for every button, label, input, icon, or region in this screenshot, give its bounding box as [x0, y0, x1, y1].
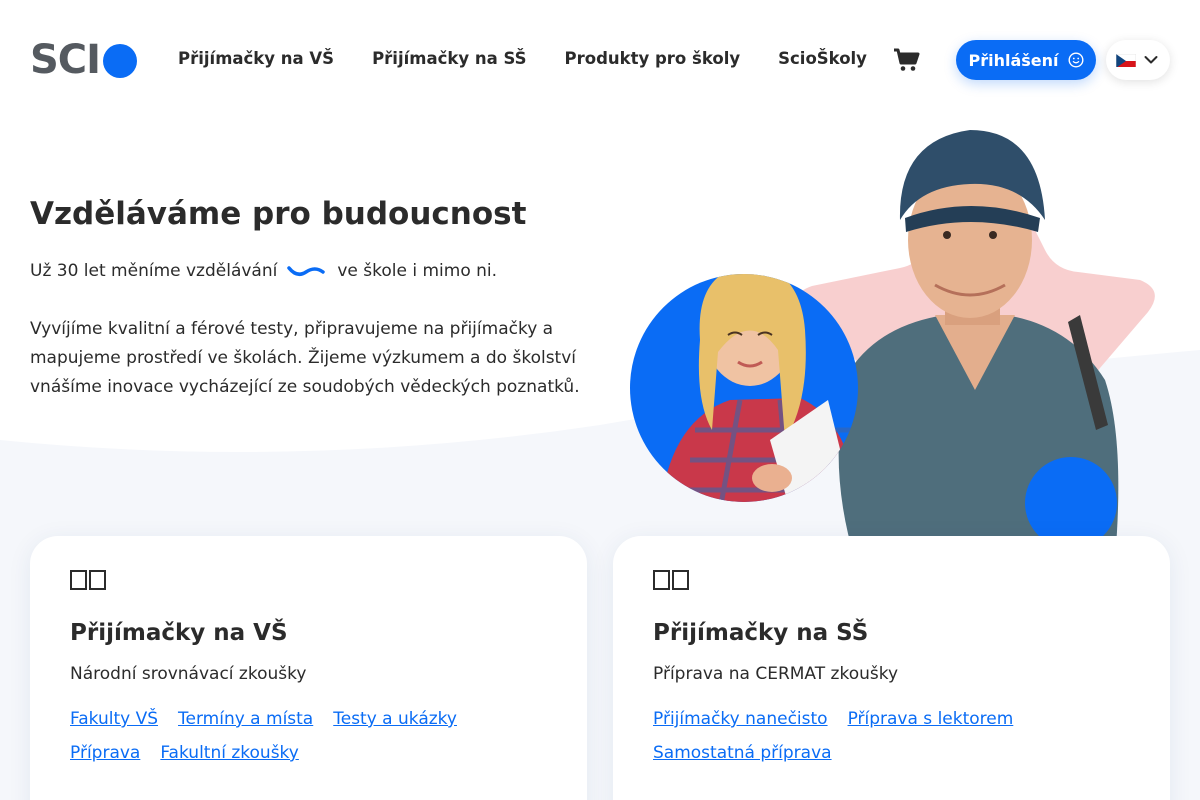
link-prijimacky-nanecisto[interactable]: Přijímačky nanečisto [653, 702, 828, 736]
site-header: SCI Přijímačky na VŠ Přijímačky na SŠ Pr… [0, 0, 1200, 120]
hero-subtitle-after: ve škole i mimo ni. [337, 261, 498, 281]
nav-item-prijimacky-vs[interactable]: Přijímačky na VŠ [178, 48, 334, 70]
language-selector[interactable] [1106, 40, 1170, 80]
card-title[interactable]: Přijímačky na VŠ [70, 620, 288, 646]
login-label: Přihlášení [968, 50, 1059, 70]
squiggle-icon [287, 264, 326, 278]
card-subtitle: Národní srovnávací zkoušky [70, 664, 307, 684]
link-samostatna-priprava[interactable]: Samostatná příprava [653, 736, 832, 770]
card-links: Fakulty VŠ Termíny a místa Testy a ukázk… [70, 702, 550, 770]
link-priprava-s-lektorem[interactable]: Příprava s lektorem [848, 702, 1014, 736]
scio-logo[interactable]: SCI [30, 37, 138, 83]
card-prijimacky-vs: Přijímačky na VŠ Národní srovnávací zkou… [30, 536, 587, 800]
hero-title: Vzděláváme pro budoucnost [30, 196, 527, 232]
nav-item-scioskoly[interactable]: ScioŠkoly [778, 48, 867, 70]
smiley-icon [1068, 52, 1084, 68]
card-title[interactable]: Přijímačky na SŠ [653, 620, 868, 646]
login-button[interactable]: Přihlášení [956, 40, 1096, 80]
book-icon [70, 570, 106, 590]
link-fakultni-zkousky[interactable]: Fakultní zkoušky [160, 736, 299, 770]
main-nav: Přijímačky na VŠ Přijímačky na SŠ Produk… [178, 48, 905, 70]
nav-item-produkty-pro-skoly[interactable]: Produkty pro školy [565, 48, 741, 70]
card-subtitle: Příprava na CERMAT zkoušky [653, 664, 899, 684]
hero-subtitle-before: Už 30 let měníme vzdělávání [30, 261, 278, 281]
link-terminy-a-mista[interactable]: Termíny a místa [178, 702, 313, 736]
nav-item-prijimacky-ss[interactable]: Přijímačky na SŠ [372, 48, 526, 70]
chevron-down-icon [1144, 55, 1158, 65]
card-links: Přijímačky nanečisto Příprava s lektorem… [653, 702, 1133, 770]
cart-icon[interactable] [891, 45, 921, 75]
link-fakulty-vs[interactable]: Fakulty VŠ [70, 702, 158, 736]
card-prijimacky-ss: Přijímačky na SŠ Příprava na CERMAT zkou… [613, 536, 1170, 800]
hero-illustration [630, 130, 1155, 560]
czech-flag-icon [1116, 53, 1136, 67]
hero-subtitle: Už 30 let měníme vzdělávání ve škole i m… [30, 261, 497, 281]
book-icon [653, 570, 689, 590]
logo-text: SCI [30, 37, 101, 83]
link-priprava[interactable]: Příprava [70, 736, 140, 770]
logo-dot [103, 43, 138, 78]
link-testy-a-ukazky[interactable]: Testy a ukázky [333, 702, 457, 736]
hero-body: Vyvíjíme kvalitní a férové testy, připra… [30, 319, 580, 397]
